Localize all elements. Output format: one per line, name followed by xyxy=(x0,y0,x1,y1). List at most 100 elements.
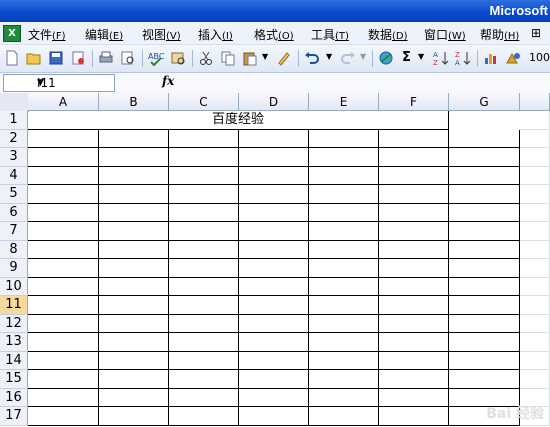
cell[interactable] xyxy=(520,111,550,130)
cell[interactable] xyxy=(449,314,520,333)
column-header[interactable]: B xyxy=(99,93,169,111)
cell[interactable] xyxy=(309,166,379,185)
row-header[interactable]: 1 xyxy=(0,111,28,130)
cell[interactable] xyxy=(28,240,99,259)
cell[interactable] xyxy=(28,314,99,333)
cell[interactable] xyxy=(520,222,550,241)
cell[interactable] xyxy=(28,370,99,389)
cell[interactable] xyxy=(379,148,449,167)
cell[interactable] xyxy=(379,129,449,148)
cell[interactable] xyxy=(379,277,449,296)
cell[interactable] xyxy=(28,333,99,352)
cell[interactable] xyxy=(99,388,169,407)
cell[interactable] xyxy=(99,222,169,241)
row-header[interactable]: 7 xyxy=(0,222,28,241)
cell[interactable] xyxy=(309,129,379,148)
hyperlink-icon[interactable] xyxy=(378,50,394,66)
cell[interactable] xyxy=(169,166,239,185)
name-box-dropdown-icon[interactable]: ▼ xyxy=(37,75,111,91)
row-header[interactable]: 3 xyxy=(0,148,28,167)
sort-descending-icon[interactable]: ZA xyxy=(455,50,471,66)
cell[interactable] xyxy=(99,259,169,278)
column-header[interactable]: G xyxy=(449,93,520,111)
excel-app-icon[interactable]: X xyxy=(3,25,21,42)
cell[interactable] xyxy=(99,240,169,259)
research-icon[interactable] xyxy=(170,50,186,66)
copy-icon[interactable] xyxy=(220,50,236,66)
cell[interactable] xyxy=(169,333,239,352)
cell[interactable] xyxy=(520,203,550,222)
column-header[interactable] xyxy=(520,93,550,111)
cell[interactable] xyxy=(169,296,239,315)
cell[interactable] xyxy=(309,388,379,407)
cell[interactable] xyxy=(309,407,379,426)
cell[interactable] xyxy=(309,314,379,333)
cell[interactable] xyxy=(239,240,309,259)
cell[interactable] xyxy=(379,166,449,185)
undo-dropdown-icon[interactable]: ▼ xyxy=(326,52,332,61)
menu-item[interactable]: 编辑(E) xyxy=(85,26,123,43)
row-header[interactable]: 6 xyxy=(0,203,28,222)
cell[interactable] xyxy=(309,351,379,370)
cell[interactable] xyxy=(28,148,99,167)
row-header[interactable]: 5 xyxy=(0,185,28,204)
cell[interactable] xyxy=(449,333,520,352)
chart-wizard-icon[interactable] xyxy=(483,50,499,66)
paste-dropdown-icon[interactable]: ▼ xyxy=(262,52,268,61)
row-header[interactable]: 16 xyxy=(0,388,28,407)
cell[interactable] xyxy=(169,222,239,241)
row-header[interactable]: 17 xyxy=(0,407,28,426)
cell[interactable] xyxy=(379,314,449,333)
cell[interactable] xyxy=(309,148,379,167)
cell[interactable] xyxy=(520,370,550,389)
menu-item[interactable]: 工具(T) xyxy=(311,26,349,43)
cell[interactable] xyxy=(379,407,449,426)
menu-item[interactable]: 窗口(W) xyxy=(424,26,466,43)
cell[interactable] xyxy=(99,296,169,315)
cell[interactable] xyxy=(28,203,99,222)
cell[interactable] xyxy=(520,314,550,333)
menu-item[interactable]: 文件(F) xyxy=(28,26,66,43)
cell[interactable] xyxy=(379,370,449,389)
row-header[interactable]: 8 xyxy=(0,240,28,259)
cell[interactable] xyxy=(99,351,169,370)
cell[interactable] xyxy=(239,185,309,204)
cell[interactable] xyxy=(309,222,379,241)
cell[interactable] xyxy=(28,277,99,296)
column-header[interactable]: E xyxy=(309,93,379,111)
cell[interactable] xyxy=(99,185,169,204)
row-header[interactable]: 9 xyxy=(0,259,28,278)
cell[interactable] xyxy=(379,296,449,315)
cell[interactable] xyxy=(520,129,550,148)
cell[interactable] xyxy=(28,185,99,204)
cell[interactable] xyxy=(169,314,239,333)
cell[interactable] xyxy=(239,222,309,241)
cell[interactable] xyxy=(239,277,309,296)
cell[interactable] xyxy=(169,277,239,296)
cell[interactable] xyxy=(239,314,309,333)
cell[interactable] xyxy=(449,240,520,259)
cell[interactable] xyxy=(239,148,309,167)
cell[interactable] xyxy=(28,407,99,426)
row-header[interactable]: 10 xyxy=(0,277,28,296)
menu-item[interactable]: 视图(V) xyxy=(142,26,181,43)
cell[interactable] xyxy=(449,148,520,167)
cell[interactable] xyxy=(309,296,379,315)
cell[interactable] xyxy=(239,259,309,278)
undo-icon[interactable] xyxy=(304,50,320,66)
cell[interactable] xyxy=(379,203,449,222)
cell[interactable] xyxy=(239,129,309,148)
cell[interactable] xyxy=(309,185,379,204)
cell[interactable] xyxy=(28,222,99,241)
cell[interactable] xyxy=(449,351,520,370)
column-header[interactable]: D xyxy=(239,93,309,111)
cell[interactable] xyxy=(28,259,99,278)
row-header[interactable]: 15 xyxy=(0,370,28,389)
cell[interactable] xyxy=(99,333,169,352)
cell[interactable] xyxy=(379,388,449,407)
cell[interactable] xyxy=(99,314,169,333)
menu-item[interactable]: 数据(D) xyxy=(368,26,408,43)
sort-ascending-icon[interactable]: AZ xyxy=(433,50,449,66)
cell[interactable] xyxy=(309,240,379,259)
cell[interactable] xyxy=(169,240,239,259)
